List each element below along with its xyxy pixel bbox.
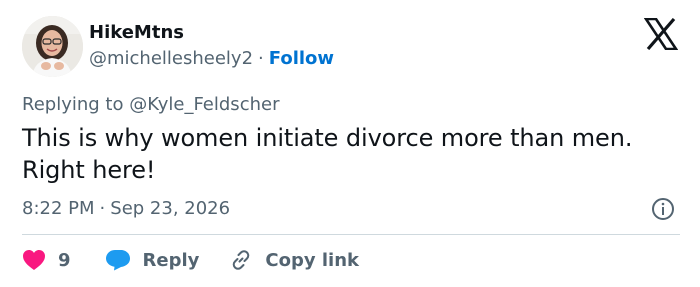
tweet-text: This is why women initiate divorce more … bbox=[22, 124, 633, 184]
separator-dot: · bbox=[99, 198, 106, 219]
timestamp[interactable]: 8:22 PM · Sep 23, 2026 bbox=[22, 198, 230, 220]
divider bbox=[22, 234, 680, 235]
copy-link-label: Copy link bbox=[265, 249, 359, 271]
copy-link-button[interactable]: Copy link bbox=[229, 248, 359, 272]
tweet-time: 8:22 PM bbox=[22, 198, 95, 219]
info-icon[interactable] bbox=[651, 197, 675, 221]
like-count: 9 bbox=[58, 249, 71, 271]
follow-button[interactable]: Follow bbox=[269, 48, 334, 69]
replying-to: Replying to @Kyle_Feldscher bbox=[22, 94, 279, 116]
reply-button[interactable]: Reply bbox=[105, 249, 200, 271]
display-name[interactable]: HikeMtns bbox=[89, 22, 184, 44]
separator-dot: · bbox=[258, 48, 264, 69]
handle-row: @michellesheely2 · Follow bbox=[89, 48, 334, 70]
reply-label: Reply bbox=[142, 249, 200, 271]
tweet-date: Sep 23, 2026 bbox=[110, 198, 231, 219]
replying-to-prefix: Replying to bbox=[22, 94, 124, 115]
replying-to-handle[interactable]: @Kyle_Feldscher bbox=[129, 94, 279, 115]
speech-bubble-icon bbox=[105, 250, 130, 271]
user-handle[interactable]: @michellesheely2 bbox=[89, 48, 253, 69]
x-logo-icon[interactable] bbox=[644, 18, 678, 50]
action-bar: 9 Reply Copy link bbox=[22, 248, 359, 272]
profile-photo bbox=[22, 16, 83, 77]
avatar[interactable] bbox=[22, 16, 83, 77]
link-icon bbox=[233, 250, 250, 270]
like-button[interactable]: 9 bbox=[22, 249, 71, 271]
heart-icon bbox=[23, 250, 45, 270]
